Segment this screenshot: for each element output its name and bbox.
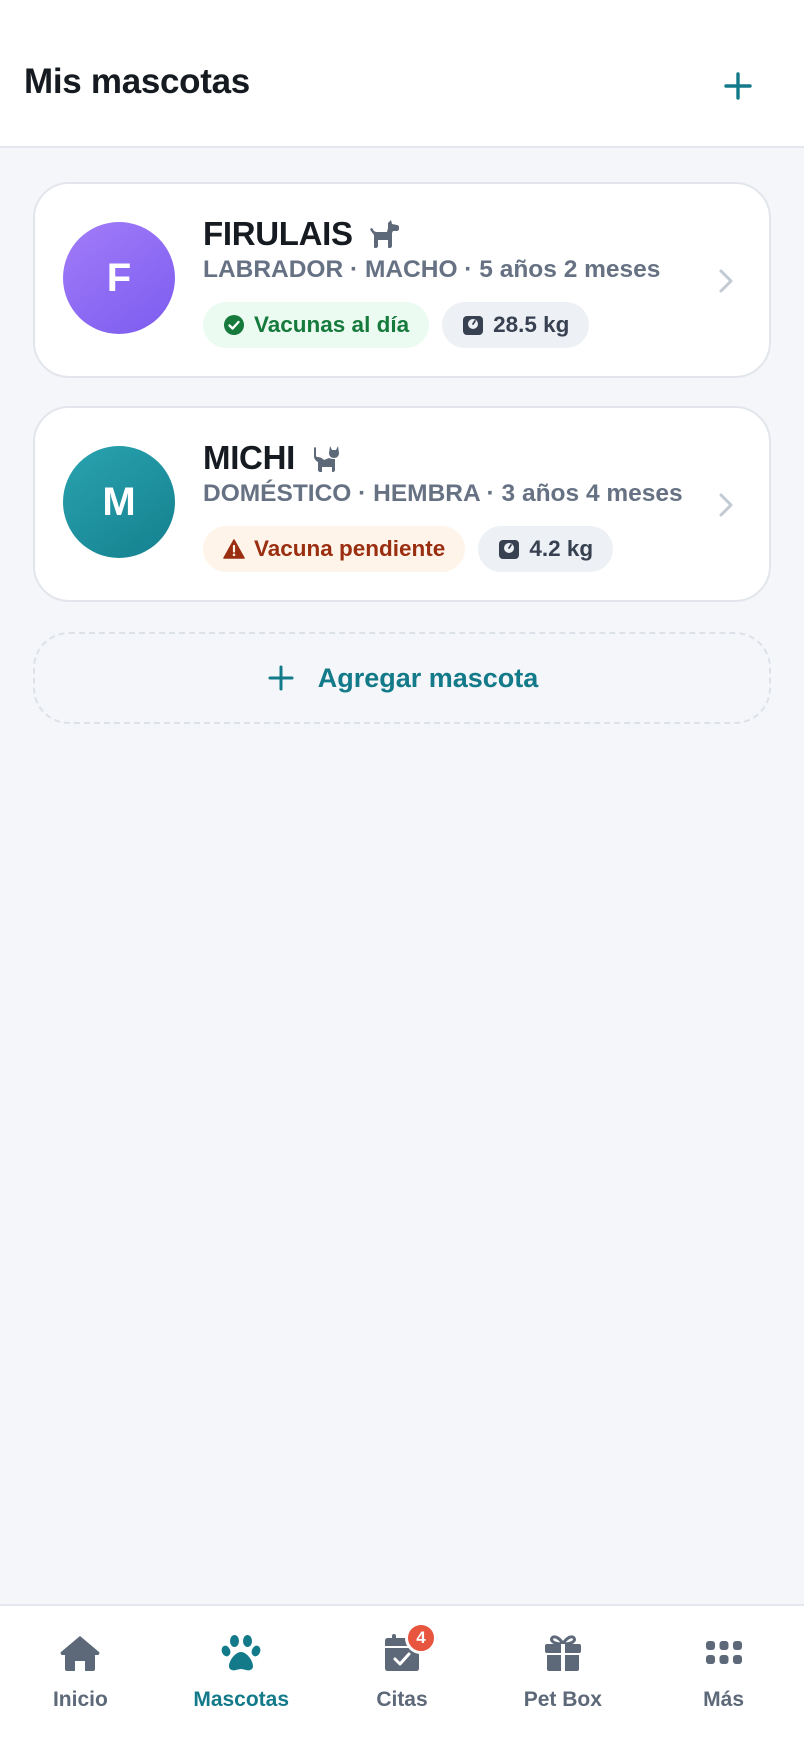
bottom-nav: Inicio Mascotas 4 Citas Pet Box Más <box>0 1604 804 1740</box>
nav-item-mascotas[interactable]: Mascotas <box>161 1606 322 1740</box>
vaccine-status-badge: Vacunas al día <box>203 302 430 348</box>
nav-label: Inicio <box>52 1688 108 1711</box>
vaccine-status-label: Vacuna pendiente <box>254 536 446 561</box>
nav-item-mas[interactable]: Más <box>643 1606 804 1740</box>
scale-icon <box>462 314 484 336</box>
check-circle-icon <box>223 314 245 336</box>
vaccine-status-label: Vacunas al día <box>254 312 410 337</box>
weight-badge: 4.2 kg <box>478 526 614 572</box>
nav-label: Mascotas <box>193 1688 290 1711</box>
avatar-initial: F <box>106 255 132 300</box>
pet-card-michi[interactable]: M MICHI DOMÉSTICO · HEMBRA · 3 años 4 me… <box>33 406 771 602</box>
vaccine-status-badge: Vacuna pendiente <box>203 526 466 572</box>
grid-dots-icon <box>701 1630 747 1676</box>
pet-tags: Vacuna pendiente 4.2 kg <box>203 526 614 572</box>
pet-name: FIRULAIS <box>203 215 353 252</box>
weight-badge: 28.5 kg <box>442 302 590 348</box>
pet-name-row: FIRULAIS <box>203 214 401 254</box>
nav-label: Citas <box>376 1688 428 1711</box>
calendar-check-icon: 4 <box>379 1622 437 1676</box>
appointments-count-badge: 4 <box>404 1622 437 1654</box>
weight-label: 28.5 kg <box>493 312 570 337</box>
weight-label: 4.2 kg <box>529 536 594 561</box>
add-pet-label: Agregar mascota <box>317 662 539 693</box>
dog-icon <box>367 217 401 251</box>
page-title: Mis mascotas <box>24 62 250 101</box>
nav-item-inicio[interactable]: Inicio <box>0 1606 161 1740</box>
warning-icon <box>223 538 245 560</box>
chevron-right-icon <box>711 266 741 296</box>
avatar: M <box>63 446 175 558</box>
pet-name-row: MICHI <box>203 438 343 478</box>
gift-icon <box>540 1630 586 1676</box>
avatar: F <box>63 222 175 334</box>
pet-card-firulais[interactable]: F FIRULAIS LABRADOR · MACHO · 5 años 2 m… <box>33 182 771 378</box>
cat-icon <box>309 441 343 475</box>
add-pet-button[interactable]: Agregar mascota <box>33 632 771 724</box>
plus-icon <box>266 663 296 693</box>
avatar-initial: M <box>102 479 136 524</box>
nav-label: Más <box>703 1688 745 1711</box>
home-icon <box>57 1630 103 1676</box>
pet-meta: DOMÉSTICO · HEMBRA · 3 años 4 meses <box>203 480 683 507</box>
pet-name: MICHI <box>203 439 295 476</box>
top-header: Mis mascotas <box>0 0 804 148</box>
add-pet-header-button[interactable] <box>712 60 764 112</box>
chevron-right-icon <box>711 490 741 520</box>
paw-icon <box>218 1630 264 1676</box>
pet-meta: LABRADOR · MACHO · 5 años 2 meses <box>203 256 661 283</box>
scale-icon <box>498 538 520 560</box>
nav-item-pet-box[interactable]: Pet Box <box>482 1606 643 1740</box>
plus-icon <box>724 72 752 100</box>
nav-label: Pet Box <box>523 1688 602 1711</box>
pet-tags: Vacunas al día 28.5 kg <box>203 302 590 348</box>
nav-item-citas[interactable]: 4 Citas <box>322 1606 483 1740</box>
app-root: Mis mascotas F FIRULAIS LABRADOR · MACHO… <box>0 0 804 1740</box>
